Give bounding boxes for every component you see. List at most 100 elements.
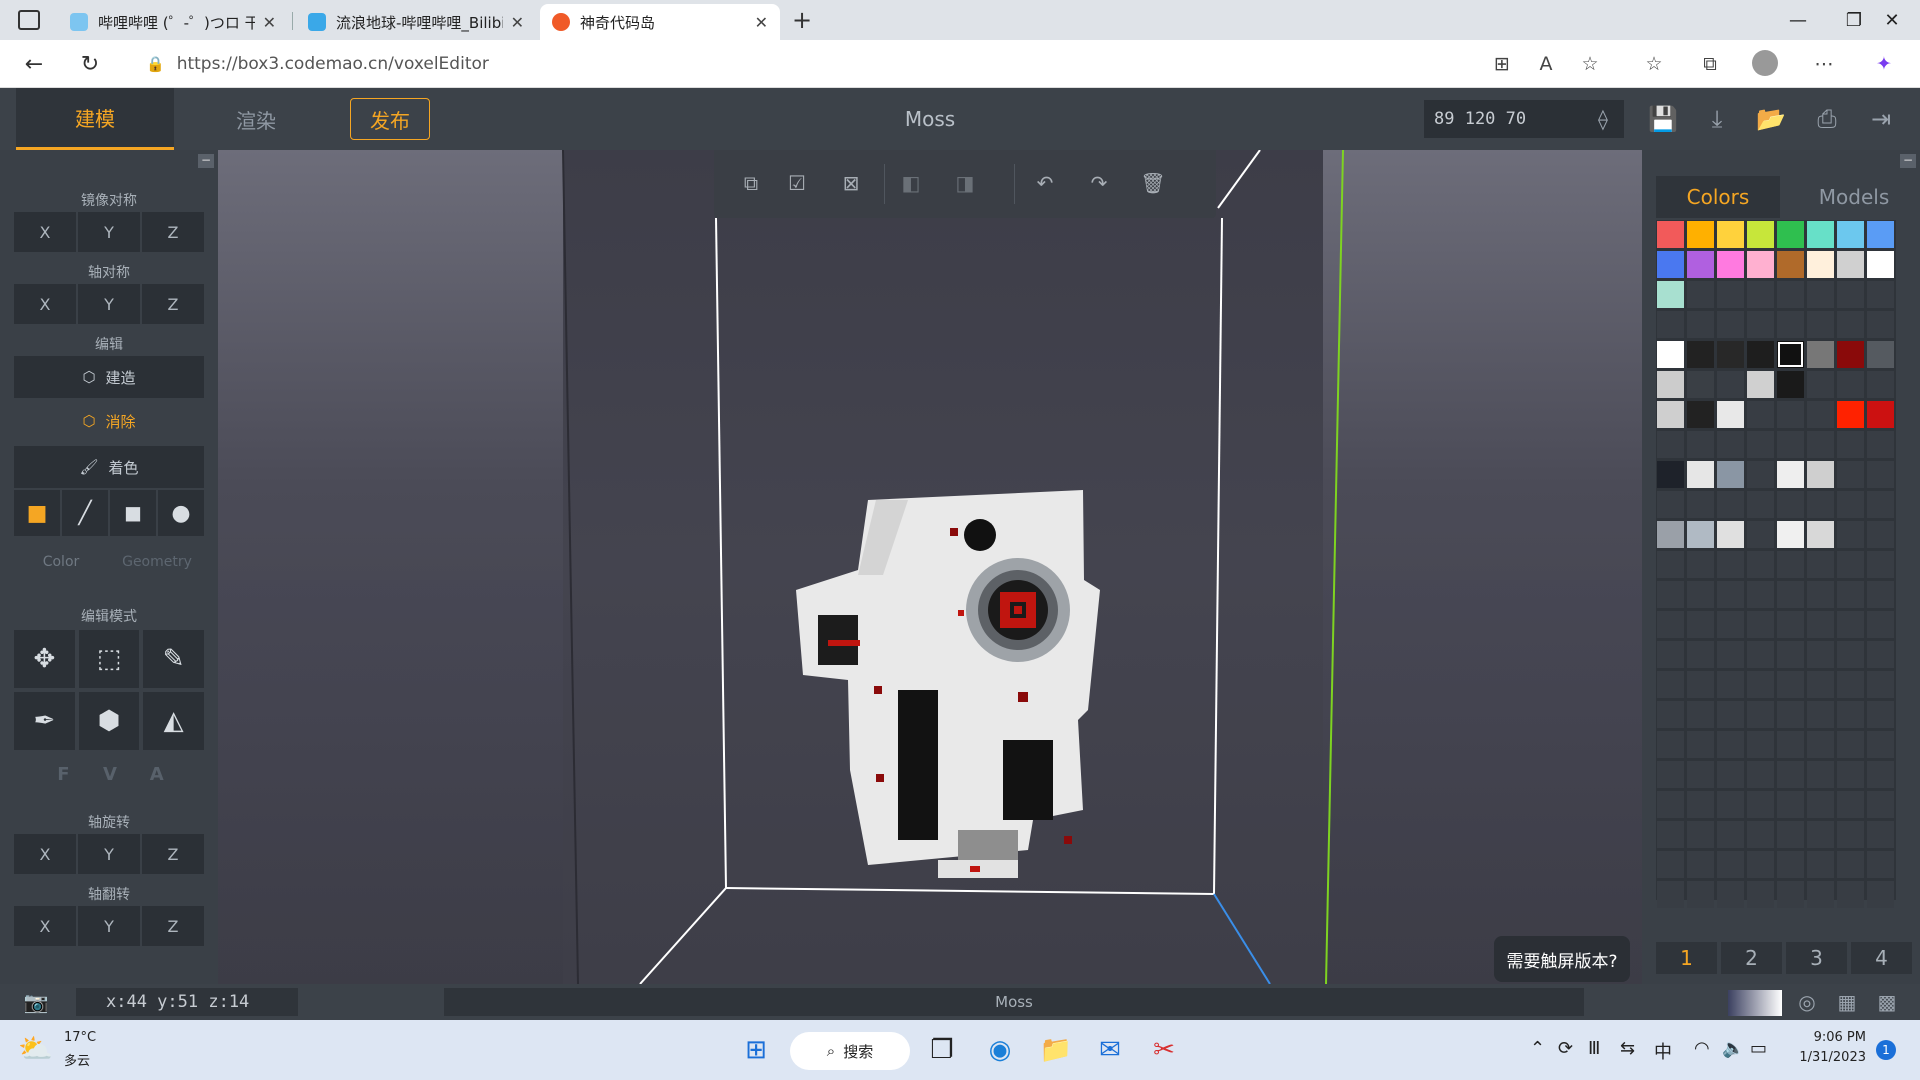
palette-empty-slot[interactable]	[1807, 821, 1834, 848]
read-aloud-icon[interactable]: A	[1532, 50, 1560, 78]
palette-empty-slot[interactable]	[1807, 761, 1834, 788]
palette-empty-slot[interactable]	[1837, 671, 1864, 698]
mirror-x-button[interactable]: X	[14, 212, 76, 252]
palette-page-2[interactable]: 2	[1721, 942, 1782, 974]
palette-empty-slot[interactable]	[1867, 461, 1894, 488]
tab-actions-icon[interactable]	[18, 10, 40, 30]
notification-badge[interactable]: 1	[1876, 1040, 1896, 1060]
palette-empty-slot[interactable]	[1657, 611, 1684, 638]
windows-start-icon[interactable]: ⊞	[734, 1030, 778, 1070]
sync-icon[interactable]: ⟳	[1558, 1038, 1573, 1059]
tab-build[interactable]: 建模	[16, 88, 174, 150]
app-available-icon[interactable]: ⊞	[1488, 50, 1516, 78]
build-button[interactable]: ⬡ 建造	[14, 356, 204, 398]
palette-empty-slot[interactable]	[1717, 311, 1744, 338]
palette-empty-slot[interactable]	[1807, 611, 1834, 638]
palette-empty-slot[interactable]	[1777, 401, 1804, 428]
color-swatch[interactable]	[1807, 221, 1834, 248]
palette-empty-slot[interactable]	[1747, 641, 1774, 668]
color-swatch[interactable]	[1777, 461, 1804, 488]
palette-empty-slot[interactable]	[1657, 881, 1684, 908]
palette-empty-slot[interactable]	[1867, 761, 1894, 788]
palette-empty-slot[interactable]	[1717, 821, 1744, 848]
grid-dense-icon[interactable]: ▩	[1872, 988, 1902, 1016]
palette-empty-slot[interactable]	[1717, 491, 1744, 518]
color-swatch[interactable]	[1657, 521, 1684, 548]
palette-empty-slot[interactable]	[1687, 311, 1714, 338]
volume-icon[interactable]: 🔈	[1722, 1038, 1744, 1059]
palette-empty-slot[interactable]	[1807, 371, 1834, 398]
palette-empty-slot[interactable]	[1807, 401, 1834, 428]
color-swatch[interactable]	[1687, 371, 1714, 398]
select-box-icon[interactable]: ⬚	[78, 630, 140, 688]
palette-empty-slot[interactable]	[1867, 641, 1894, 668]
rotate-y-button[interactable]: Y	[78, 834, 140, 874]
color-swatch[interactable]	[1687, 341, 1714, 368]
tab-colors[interactable]: Colors	[1656, 176, 1780, 218]
color-swatch[interactable]	[1747, 371, 1774, 398]
palette-empty-slot[interactable]	[1747, 281, 1774, 308]
palette-empty-slot[interactable]	[1717, 731, 1744, 758]
palette-empty-slot[interactable]	[1777, 731, 1804, 758]
palette-empty-slot[interactable]	[1837, 881, 1864, 908]
palette-empty-slot[interactable]	[1807, 731, 1834, 758]
rotate-z-button[interactable]: Z	[142, 834, 204, 874]
collapse-right-icon[interactable]: −	[1900, 154, 1916, 168]
palette-empty-slot[interactable]	[1687, 581, 1714, 608]
color-swatch[interactable]	[1717, 341, 1744, 368]
sphere-icon[interactable]: ●	[158, 490, 204, 536]
color-swatch[interactable]	[1657, 341, 1684, 368]
palette-empty-slot[interactable]	[1657, 761, 1684, 788]
palette-empty-slot[interactable]	[1717, 881, 1744, 908]
palette-empty-slot[interactable]	[1717, 851, 1744, 878]
download-icon[interactable]: ⤓	[1700, 102, 1734, 136]
palette-empty-slot[interactable]	[1747, 761, 1774, 788]
window-close-icon[interactable]: ✕	[1864, 0, 1920, 40]
minimize-icon[interactable]: —	[1770, 0, 1826, 40]
palette-empty-slot[interactable]	[1747, 851, 1774, 878]
palette-empty-slot[interactable]	[1717, 611, 1744, 638]
palette-empty-slot[interactable]	[1657, 671, 1684, 698]
collections-icon[interactable]: ⧉	[1696, 50, 1724, 78]
palette-empty-slot[interactable]	[1807, 641, 1834, 668]
color-swatch[interactable]	[1687, 521, 1714, 548]
palette-empty-slot[interactable]	[1657, 581, 1684, 608]
palette-empty-slot[interactable]	[1837, 461, 1864, 488]
geometry-mode-button[interactable]: Geometry	[110, 542, 204, 582]
grid-icon[interactable]: ▦	[1832, 988, 1862, 1016]
paint-button[interactable]: 🖌 着色	[14, 446, 204, 488]
battery-icon[interactable]: ▭	[1750, 1038, 1767, 1059]
line-icon[interactable]: ╱	[62, 490, 108, 536]
palette-empty-slot[interactable]	[1807, 431, 1834, 458]
palette-empty-slot[interactable]	[1867, 881, 1894, 908]
palette-empty-slot[interactable]	[1777, 701, 1804, 728]
palette-empty-slot[interactable]	[1687, 761, 1714, 788]
fill-bucket-icon[interactable]: ◭	[143, 692, 205, 750]
palette-empty-slot[interactable]	[1867, 521, 1894, 548]
color-swatch[interactable]	[1747, 251, 1774, 278]
publish-button[interactable]: 发布	[350, 98, 430, 140]
palette-empty-slot[interactable]	[1867, 791, 1894, 818]
tab-render[interactable]: 渲染	[196, 88, 316, 150]
close-icon[interactable]: ✕	[263, 13, 276, 32]
more-menu-icon[interactable]: ⋯	[1810, 50, 1838, 78]
palette-empty-slot[interactable]	[1747, 881, 1774, 908]
ime-indicator[interactable]: 中	[1654, 1038, 1672, 1064]
palette-empty-slot[interactable]	[1837, 641, 1864, 668]
palette-empty-slot[interactable]	[1657, 821, 1684, 848]
color-swatch[interactable]	[1717, 521, 1744, 548]
color-swatch[interactable]	[1777, 371, 1804, 398]
color-swatch[interactable]	[1777, 521, 1804, 548]
palette-empty-slot[interactable]	[1687, 701, 1714, 728]
palette-empty-slot[interactable]	[1837, 551, 1864, 578]
palette-empty-slot[interactable]	[1657, 731, 1684, 758]
close-icon[interactable]: ✕	[511, 13, 524, 32]
trash-icon[interactable]: 🗑	[1136, 166, 1170, 200]
palette-empty-slot[interactable]	[1807, 851, 1834, 878]
color-swatch[interactable]	[1867, 341, 1894, 368]
color-swatch[interactable]	[1657, 251, 1684, 278]
palette-empty-slot[interactable]	[1777, 791, 1804, 818]
tray-transfer-icon[interactable]: ⇆	[1620, 1038, 1635, 1059]
snipping-tool-icon[interactable]: ✂	[1142, 1030, 1186, 1070]
palette-empty-slot[interactable]	[1657, 491, 1684, 518]
